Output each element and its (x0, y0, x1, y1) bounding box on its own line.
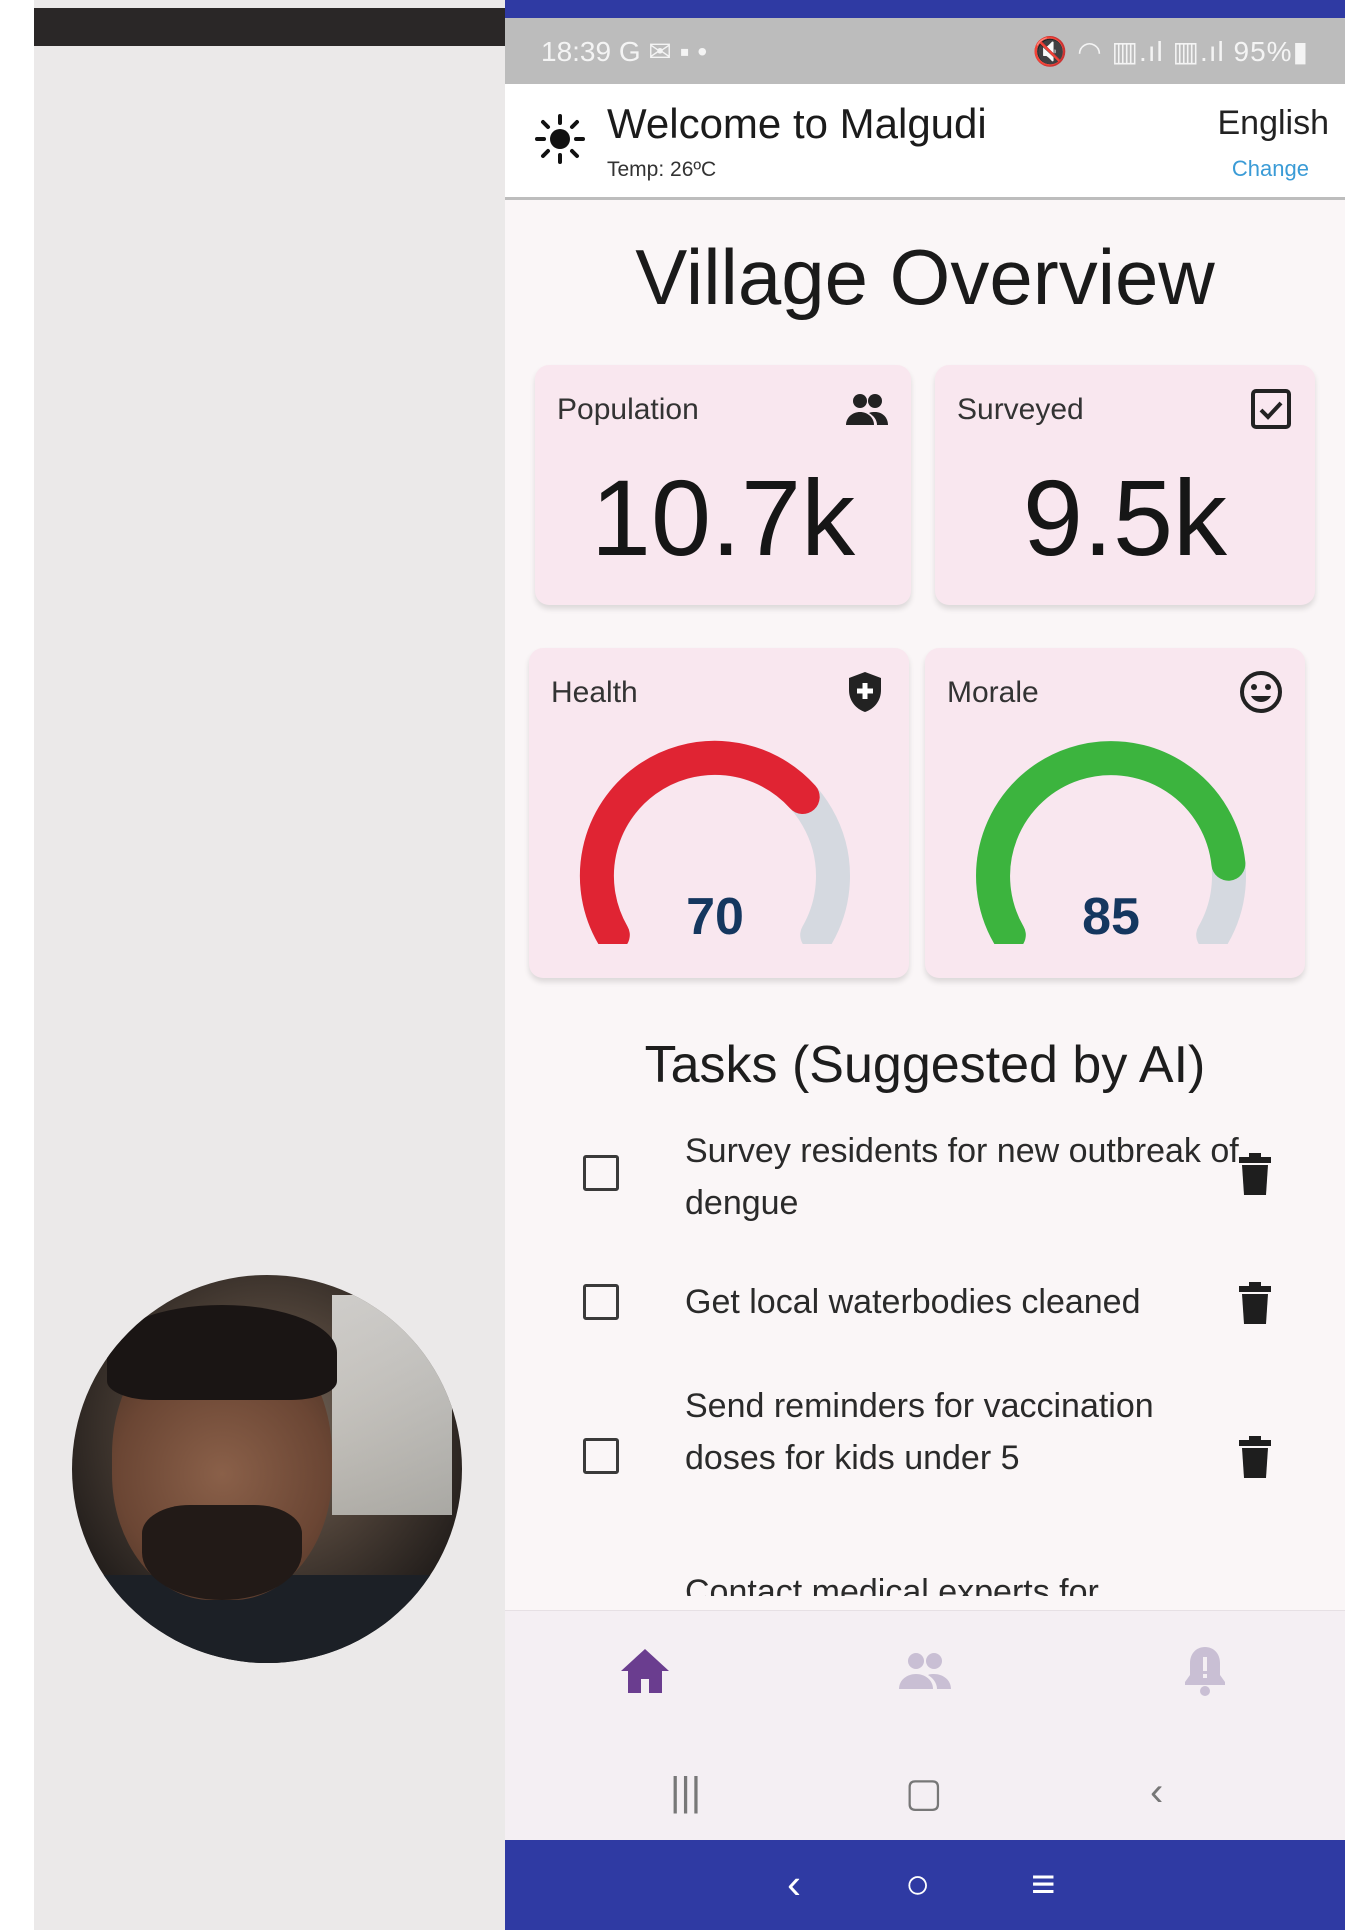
bell-alert-icon[interactable] (1177, 1643, 1233, 1699)
mirror-menu-icon[interactable]: ≡ (1031, 1860, 1056, 1908)
trash-icon[interactable] (1235, 1153, 1275, 1197)
health-label: Health (551, 676, 638, 709)
shield-plus-icon (849, 672, 881, 712)
android-nav-bar: ||| ▢ ‹ (505, 1740, 1345, 1840)
recents-icon[interactable]: ||| (670, 1770, 701, 1815)
app-header: Welcome to Malgudi Temp: 26ºC English Ch… (505, 84, 1345, 200)
home-icon[interactable] (617, 1643, 673, 1699)
phone-screen: 18:39 G ✉ ▪ • 🔇 ◠ ▥.ıl ▥.ıl 95%▮ Welcome… (505, 0, 1345, 1930)
surveyed-card: Surveyed 9.5k (935, 365, 1315, 605)
mirror-nav-bar: ‹ ○ ≡ (505, 1840, 1345, 1930)
mirror-top-band (505, 0, 1345, 18)
population-card: Population 10.7k (535, 365, 911, 605)
surveyed-value: 9.5k (1022, 457, 1228, 578)
task-text: Get local waterbodies cleaned (685, 1283, 1141, 1321)
status-bar: 18:39 G ✉ ▪ • 🔇 ◠ ▥.ıl ▥.ıl 95%▮ (505, 18, 1345, 84)
page-title: Village Overview (635, 233, 1215, 321)
webcam-window-light (332, 1295, 452, 1515)
trash-icon[interactable] (1235, 1436, 1275, 1480)
task-text: Send reminders for vaccination doses for… (685, 1387, 1154, 1477)
status-time: 18:39 G ✉ ▪ • (541, 35, 708, 67)
morale-gauge-value: 85 (1082, 888, 1140, 944)
app-title: Welcome to Malgudi (607, 100, 987, 147)
status-indicators: 🔇 ◠ ▥.ıl ▥.ıl 95%▮ (1032, 35, 1309, 67)
temperature-label: Temp: 26ºC (607, 158, 717, 181)
sun-icon (535, 114, 585, 164)
webcam-person-beard (142, 1505, 302, 1600)
morale-gauge: 85 (976, 741, 1246, 944)
health-gauge: 70 (579, 740, 850, 944)
task-text: Survey residents for new outbreak of den… (685, 1132, 1239, 1222)
trash-icon[interactable] (1235, 1282, 1275, 1326)
morale-label: Morale (947, 676, 1039, 709)
desktop-top-bar (34, 8, 505, 46)
mirror-back-icon[interactable]: ‹ (787, 1860, 801, 1908)
population-label: Population (557, 393, 699, 426)
people-icon[interactable] (897, 1643, 953, 1699)
task-checkbox[interactable] (583, 1284, 619, 1320)
people-icon (846, 394, 888, 425)
task-item-4-partial: Contact medical experts for (685, 1572, 1285, 1596)
health-gauge-value: 70 (686, 888, 744, 944)
task-text: Contact medical experts for (685, 1573, 1099, 1596)
population-value: 10.7k (590, 457, 856, 578)
mirror-home-icon[interactable]: ○ (905, 1860, 930, 1908)
surveyed-label: Surveyed (957, 393, 1084, 426)
task-checkbox[interactable] (583, 1438, 619, 1474)
language-label: English (1217, 104, 1329, 142)
change-language-link[interactable]: Change (1232, 156, 1309, 182)
back-icon[interactable]: ‹ (1150, 1770, 1163, 1815)
checkbox-checked-icon (1251, 389, 1291, 429)
task-checkbox[interactable] (583, 1155, 619, 1191)
home-circle-icon[interactable]: ▢ (905, 1770, 943, 1816)
health-card: Health 70 (529, 648, 909, 978)
tasks-title: Tasks (Suggested by AI) (644, 1036, 1206, 1094)
webcam-overlay (72, 1275, 462, 1663)
desktop-background (0, 0, 505, 1930)
bottom-navigation (505, 1610, 1345, 1760)
webcam-person-hair (107, 1305, 337, 1400)
smiley-icon (1240, 671, 1282, 713)
left-gutter (0, 0, 34, 1930)
morale-card: Morale 85 (925, 648, 1305, 978)
